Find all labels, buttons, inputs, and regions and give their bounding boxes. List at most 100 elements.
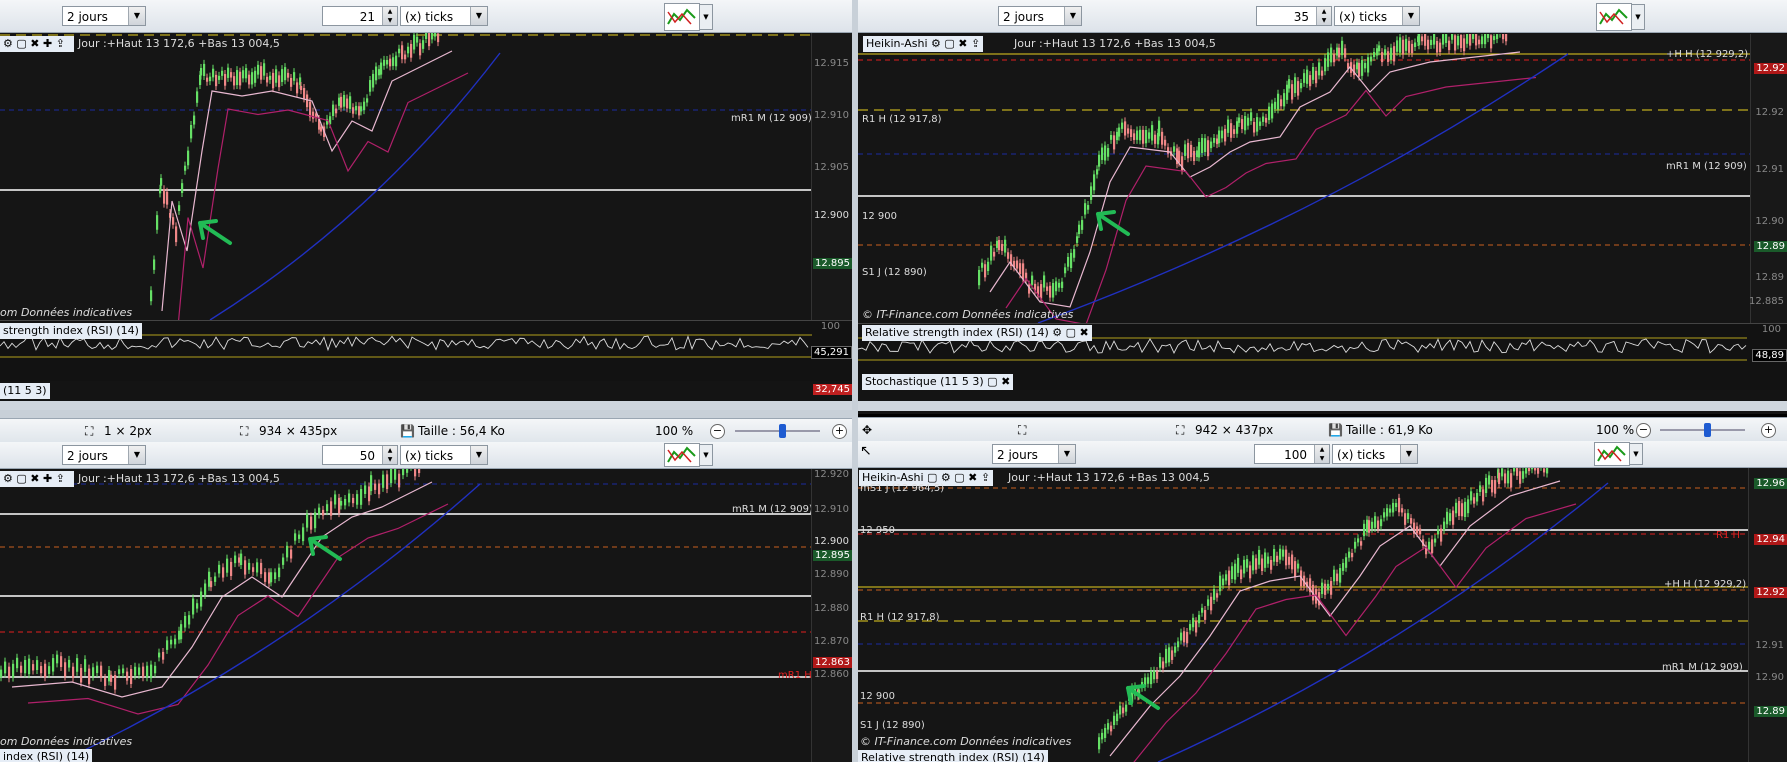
candle xyxy=(268,572,271,584)
candle xyxy=(1368,520,1371,533)
spinner-icon[interactable]: ▲ ▼ xyxy=(1314,445,1329,463)
chevron-down-icon[interactable]: ▼ xyxy=(1631,4,1645,30)
slow-moving-average xyxy=(27,503,449,715)
price-chart[interactable]: Heikin-Ashi ⚙ ▢ ✖ ⇪ Jour :+Haut 13 172,6… xyxy=(858,34,1787,323)
zoom-slider-thumb[interactable] xyxy=(778,424,786,438)
candle xyxy=(1255,558,1258,570)
rsi-pane[interactable]: Relative strength index (RSI) (14) ⚙ ▢ ✖… xyxy=(858,323,1787,390)
price-chart[interactable]: ⚙ ▢ ✖ ✚ ⇪ Jour :+Haut 13 172,6 +Bas 13 0… xyxy=(0,33,852,320)
interval-unit-select[interactable]: (x) ticks ▼ xyxy=(400,6,488,26)
move-icon[interactable]: ✥ xyxy=(862,418,872,442)
chevron-down-icon[interactable]: ▼ xyxy=(1058,445,1075,463)
scrollbar[interactable] xyxy=(0,401,852,410)
pointer-icon[interactable]: ↖ xyxy=(860,443,872,459)
zoom-in-button[interactable]: + xyxy=(1761,423,1776,438)
candle xyxy=(245,68,248,79)
zoom-out-button[interactable]: − xyxy=(1636,423,1651,438)
chevron-down-icon[interactable]: ▼ xyxy=(699,4,713,30)
zoom-slider-track[interactable] xyxy=(1660,429,1745,431)
candle xyxy=(358,106,361,116)
candle xyxy=(1040,284,1043,299)
candle xyxy=(1225,574,1228,581)
chevron-down-icon[interactable]: ▼ xyxy=(128,7,145,25)
candle xyxy=(1354,541,1357,549)
chevron-down-icon[interactable]: ▼ xyxy=(470,446,487,464)
interval-stepper[interactable]: 100 ▲ ▼ xyxy=(1254,444,1330,464)
scrollbar[interactable] xyxy=(858,401,1787,411)
chart-type-icon[interactable]: ▼ xyxy=(664,443,713,467)
period-select[interactable]: 2 jours ▼ xyxy=(998,6,1082,26)
chart-type-icon[interactable]: ▼ xyxy=(1594,442,1643,466)
rsi-pane[interactable]: strength index (RSI) (14) 100 45,291 (11… xyxy=(0,320,852,399)
candle xyxy=(282,557,285,565)
interval-value: 21 xyxy=(359,10,375,24)
candle xyxy=(269,75,272,80)
chevron-down-icon[interactable]: ▼ xyxy=(1629,443,1643,465)
candle xyxy=(1189,624,1192,631)
candle xyxy=(1119,705,1122,715)
vertical-divider[interactable] xyxy=(852,0,858,762)
price-chart[interactable]: Heikin-Ashi ▢ ⚙ ▢ ✖ ⇪ Jour :+Haut 13 172… xyxy=(858,468,1787,762)
rsi-legend[interactable]: Relative strength index (RSI) (14) ⚙ ▢ ✖ xyxy=(862,325,1092,341)
period-select[interactable]: 2 jours ▼ xyxy=(62,445,146,465)
day-range-label: Jour :+Haut 13 172,6 +Bas 13 004,5 xyxy=(1008,471,1210,484)
chevron-down-icon[interactable]: ▼ xyxy=(128,446,145,464)
interval-stepper[interactable]: 35 ▲ ▼ xyxy=(1256,6,1332,26)
candle xyxy=(1183,631,1186,643)
candle xyxy=(1407,513,1410,520)
chevron-down-icon[interactable]: ▼ xyxy=(470,7,487,25)
candle xyxy=(346,98,349,109)
interval-unit-value: (x) ticks xyxy=(405,10,454,24)
spinner-icon[interactable]: ▲ ▼ xyxy=(1316,7,1331,25)
chevron-down-icon[interactable]: ▼ xyxy=(1064,7,1081,25)
candle xyxy=(312,111,315,119)
interval-stepper[interactable]: 21 ▲ ▼ xyxy=(322,6,398,26)
chart-type-legend[interactable]: Heikin-Ashi ⚙ ▢ ✖ ⇪ xyxy=(863,36,984,52)
interval-unit-select[interactable]: (x) ticks ▼ xyxy=(400,445,488,465)
chart-type-icon[interactable]: ▼ xyxy=(1596,3,1645,31)
candle xyxy=(395,55,398,67)
chevron-down-icon[interactable]: ▼ xyxy=(1400,445,1417,463)
period-select[interactable]: 2 jours ▼ xyxy=(992,444,1076,464)
spinner-icon[interactable]: ▲ ▼ xyxy=(382,7,397,25)
candle xyxy=(290,77,293,87)
candle xyxy=(1124,121,1127,136)
candle xyxy=(1058,282,1061,288)
interval-stepper[interactable]: 50 ▲ ▼ xyxy=(322,445,398,465)
candle xyxy=(108,670,111,682)
candle xyxy=(344,498,347,506)
candle xyxy=(1184,144,1187,156)
period-select[interactable]: 2 jours ▼ xyxy=(62,6,146,26)
candle xyxy=(76,658,79,672)
chevron-down-icon[interactable]: ▼ xyxy=(699,444,713,466)
rsi-legend[interactable]: strength index (RSI) (14) xyxy=(0,323,142,339)
chart-legend-icons[interactable]: ⚙ ▢ ✖ ✚ ⇪ xyxy=(0,471,74,487)
candle xyxy=(1178,150,1181,163)
spinner-icon[interactable]: ▲ ▼ xyxy=(382,446,397,464)
candle xyxy=(1276,555,1279,562)
interval-unit-select[interactable]: (x) ticks ▼ xyxy=(1334,6,1420,26)
zoom-slider-track[interactable] xyxy=(735,430,820,432)
chart-type-icon[interactable]: ▼ xyxy=(664,3,713,31)
candle xyxy=(1448,40,1451,51)
chevron-down-icon[interactable]: ▼ xyxy=(1402,7,1419,25)
zoom-slider-thumb[interactable] xyxy=(1703,423,1711,437)
stoch-legend[interactable]: Stochastique (11 5 3) ▢ ✖ xyxy=(862,374,1014,390)
chart-legend-icons[interactable]: ⚙ ▢ ✖ ✚ ⇪ xyxy=(0,36,74,52)
zoom-out-button[interactable]: − xyxy=(710,424,725,439)
interval-unit-select[interactable]: (x) ticks ▼ xyxy=(1332,444,1418,464)
candle xyxy=(1274,101,1277,109)
candle xyxy=(206,77,209,82)
rsi-legend[interactable]: index (RSI) (14) xyxy=(0,749,93,762)
candle xyxy=(1357,538,1360,543)
horizontal-divider[interactable] xyxy=(0,410,852,418)
rsi-legend[interactable]: Relative strength index (RSI) (14) xyxy=(858,750,1048,762)
candle xyxy=(1165,648,1168,664)
zoom-in-button[interactable]: + xyxy=(832,424,847,439)
candle xyxy=(419,43,422,56)
stoch-legend[interactable]: (11 5 3) xyxy=(0,383,50,399)
slow-moving-average xyxy=(1133,503,1577,762)
candle xyxy=(251,72,254,85)
price-chart[interactable]: ⚙ ▢ ✖ ✚ ⇪ Jour :+Haut 13 172,6 +Bas 13 0… xyxy=(0,469,852,762)
interval-value: 35 xyxy=(1293,10,1309,24)
